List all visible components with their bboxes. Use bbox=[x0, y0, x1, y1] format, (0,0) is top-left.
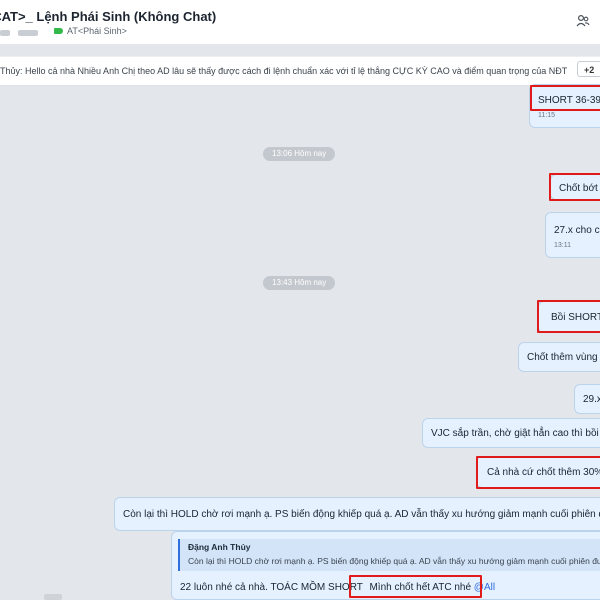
message-text: 29.x bbox=[583, 394, 600, 405]
bottom-avatar-blurred bbox=[44, 594, 62, 600]
member-count-blurred bbox=[18, 30, 38, 36]
reply-quote-text: Còn lại thì HOLD chờ rơi mạnh ạ. PS biến… bbox=[188, 556, 600, 566]
message-bubble[interactable]: 27.x cho cả 13:11 bbox=[545, 212, 600, 258]
message-time: 11:15 bbox=[538, 112, 555, 119]
pinned-message-text[interactable]: Thủy: Hello cả nhà Nhiều Anh Chị theo AD… bbox=[0, 66, 568, 76]
highlight-box bbox=[537, 300, 600, 333]
message-text: VJC sắp trần, chờ giật hẳn cao thì bồi t… bbox=[431, 428, 600, 439]
chat-title[interactable]: <AT>_ Lệnh Phái Sinh (Không Chat) bbox=[0, 9, 216, 24]
reply-text-plain: 22 luôn nhé cả nhà. TOÁC MỒM SHORT bbox=[180, 582, 363, 593]
message-bubble[interactable]: Còn lại thì HOLD chờ rơi mạnh ạ. PS biến… bbox=[114, 497, 600, 531]
message-text: 27.x cho cả bbox=[554, 225, 600, 236]
message-bubble[interactable]: VJC sắp trần, chờ giật hẳn cao thì bồi t… bbox=[422, 418, 600, 448]
highlight-box bbox=[349, 575, 482, 598]
reply-quote-author: Đặng Anh Thủy bbox=[188, 542, 251, 552]
message-bubble[interactable]: 29.x bbox=[574, 384, 600, 414]
add-member-icon[interactable] bbox=[576, 14, 590, 28]
message-text: Còn lại thì HOLD chờ rơi mạnh ạ. PS biến… bbox=[123, 509, 600, 520]
date-separator: 13:43 Hôm nay bbox=[263, 276, 336, 290]
reply-quote[interactable]: Đặng Anh Thủy Còn lại thì HOLD chờ rơi m… bbox=[178, 539, 600, 571]
message-text: Chốt thêm vùng bbox=[527, 352, 598, 363]
chat-tag-label: AT<Phái Sinh> bbox=[67, 26, 127, 36]
highlight-box bbox=[549, 173, 600, 201]
pinned-message-bar[interactable]: Thủy: Hello cả nhà Nhiều Anh Chị theo AD… bbox=[0, 56, 600, 86]
message-time: 13:11 bbox=[554, 242, 571, 249]
message-bubble[interactable]: Chốt thêm vùng bbox=[518, 342, 600, 372]
highlight-box bbox=[530, 85, 600, 111]
chat-header: <AT>_ Lệnh Phái Sinh (Không Chat) AT<Phá… bbox=[0, 0, 600, 44]
date-separator: 13:06 Hôm nay bbox=[263, 147, 336, 161]
tag-icon bbox=[54, 28, 63, 34]
chat-tag[interactable]: AT<Phái Sinh> bbox=[54, 26, 127, 36]
highlight-box bbox=[476, 456, 600, 489]
pinned-more-button[interactable]: +2 bbox=[577, 61, 600, 77]
member-count-blurred bbox=[0, 30, 10, 36]
